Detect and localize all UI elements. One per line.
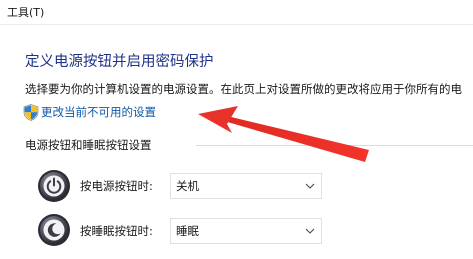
sleep-moon-icon <box>38 214 70 246</box>
power-icon <box>38 170 70 202</box>
power-button-action-dropdown[interactable]: 关机 <box>170 173 322 199</box>
chevron-down-icon <box>305 183 315 189</box>
sleep-button-action-value: 睡眠 <box>176 224 199 238</box>
chevron-down-icon <box>305 228 315 234</box>
change-settings-link-text[interactable]: 更改当前不可用的设置 <box>41 105 156 119</box>
power-buttons-section-header: 电源按钮和睡眠按钮设置 <box>25 138 152 152</box>
menu-tools[interactable]: 工具(T) <box>4 6 47 19</box>
page-title: 定义电源按钮并启用密码保护 <box>25 54 214 70</box>
sleep-button-label: 按睡眠按钮时: <box>80 224 153 238</box>
power-button-action-value: 关机 <box>176 179 199 193</box>
change-unavailable-settings-link[interactable]: 更改当前不可用的设置 <box>23 103 156 121</box>
page-description: 选择要为你的计算机设置的电源设置。在此页上对设置所做的更改将应用于你所有的电 <box>25 82 462 96</box>
power-button-label: 按电源按钮时: <box>80 179 153 193</box>
sleep-button-action-dropdown[interactable]: 睡眠 <box>170 218 322 244</box>
menu-bar: 工具(T) <box>0 0 473 25</box>
uac-shield-icon <box>23 103 39 121</box>
section-divider <box>196 145 473 146</box>
